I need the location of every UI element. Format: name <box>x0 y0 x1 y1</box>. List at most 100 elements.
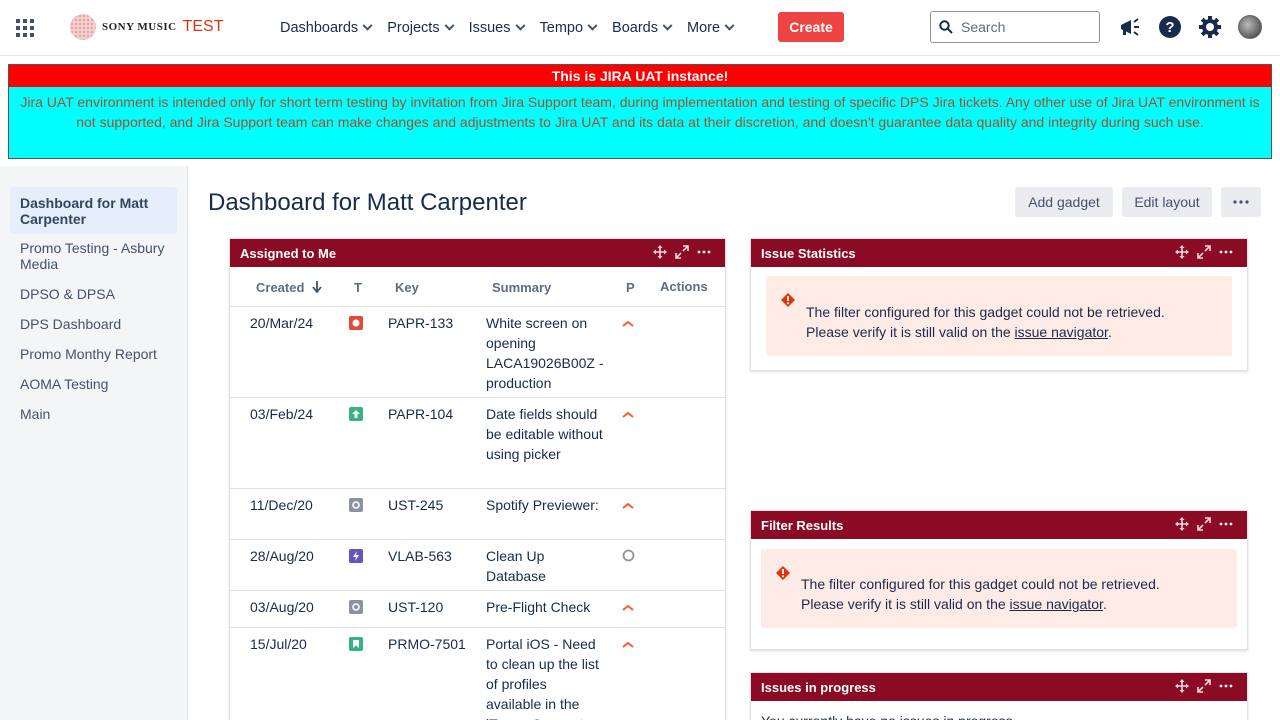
add-gadget-button[interactable]: Add gadget <box>1015 187 1113 217</box>
table-row[interactable]: 03/Feb/24 PAPR-104 Date fields should be… <box>230 397 725 488</box>
nav-issues[interactable]: Issues <box>461 12 532 44</box>
column-created[interactable]: Created <box>256 280 322 295</box>
gadget-title: Issue Statistics <box>761 245 856 261</box>
table-row[interactable]: 20/Mar/24 PAPR-133 White screen on openi… <box>230 306 725 397</box>
cell-created: 15/Jul/20 <box>250 636 307 652</box>
cell-summary[interactable]: Spotify Previewer: <box>486 495 604 515</box>
expand-icon[interactable] <box>675 245 689 259</box>
error-icon <box>781 293 795 307</box>
priority-high-icon <box>622 320 634 327</box>
issue-key-link[interactable]: PAPR-133 <box>388 313 453 333</box>
error-line-2: Please verify it is still valid on the <box>801 596 1006 612</box>
expand-icon[interactable] <box>1197 517 1211 531</box>
gadget-header[interactable]: Issues in progress <box>751 673 1247 701</box>
expand-icon[interactable] <box>1197 245 1211 259</box>
priority-high-icon <box>622 604 634 611</box>
move-icon[interactable] <box>653 245 667 259</box>
story-bookmark-icon <box>349 637 363 651</box>
sidebar-item-promo-monthy-report[interactable]: Promo Monthy Report <box>10 346 177 362</box>
cell-created: 28/Aug/20 <box>250 548 314 564</box>
cell-created: 20/Mar/24 <box>250 315 314 331</box>
column-actions: Actions <box>660 279 708 294</box>
move-icon[interactable] <box>1175 517 1189 531</box>
issue-key-link[interactable]: PRMO-7501 <box>388 634 466 654</box>
page-title: Dashboard for Matt Carpenter <box>208 189 527 216</box>
cell-summary[interactable]: Pre-Flight Check <box>486 597 604 617</box>
settings-gear-icon[interactable] <box>1197 14 1223 40</box>
user-avatar[interactable] <box>1238 15 1262 39</box>
error-text: The filter configured for this gadget co… <box>806 302 1226 342</box>
error-text: The filter configured for this gadget co… <box>801 574 1231 614</box>
chevron-down-icon <box>515 20 525 31</box>
table-row[interactable]: 03/Aug/20 UST-120 Pre-Flight Check <box>230 590 725 627</box>
edit-layout-button[interactable]: Edit layout <box>1122 187 1212 217</box>
improvement-icon <box>349 407 363 421</box>
gadget-title: Assigned to Me <box>240 245 337 261</box>
gadget-menu-icon[interactable] <box>1219 245 1233 259</box>
column-priority[interactable]: P <box>626 280 635 295</box>
gadget-controls <box>1175 245 1233 259</box>
issue-navigator-link[interactable]: issue navigator <box>1010 596 1103 612</box>
error-message: The filter configured for this gadget co… <box>761 549 1237 628</box>
chevron-down-icon <box>362 20 373 31</box>
issue-navigator-link[interactable]: issue navigator <box>1015 324 1108 340</box>
error-line-2: Please verify it is still valid on the <box>806 324 1011 340</box>
nav-dashboards[interactable]: Dashboards <box>272 12 379 44</box>
gadget-header[interactable]: Issue Statistics <box>751 239 1247 267</box>
gadget-menu-icon[interactable] <box>1219 517 1233 531</box>
gadget-controls <box>1175 517 1233 531</box>
sidebar-item-dpso-dpsa[interactable]: DPSO & DPSA <box>10 286 177 302</box>
more-actions-button[interactable] <box>1221 187 1261 217</box>
sidebar-item-main[interactable]: Main <box>10 406 177 422</box>
nav-boards[interactable]: Boards <box>604 12 679 44</box>
column-summary[interactable]: Summary <box>492 280 551 295</box>
gadget-header[interactable]: Assigned to Me <box>230 239 725 267</box>
issue-key-link[interactable]: UST-120 <box>388 597 443 617</box>
nav-tempo-label: Tempo <box>539 20 584 36</box>
app-switcher-icon[interactable] <box>16 19 34 37</box>
sidebar-item-aoma-testing[interactable]: AOMA Testing <box>10 376 177 392</box>
sidebar-item-dps-dashboard[interactable]: DPS Dashboard <box>10 316 177 332</box>
nav-issues-label: Issues <box>468 20 511 36</box>
table-row[interactable]: 28/Aug/20 VLAB-563 Clean Up Database <box>230 539 725 590</box>
nav-projects[interactable]: Projects <box>379 12 460 44</box>
cell-summary[interactable]: Date fields should be editable without u… <box>486 404 604 464</box>
priority-none-icon <box>622 549 635 562</box>
sidebar-item-promo-testing[interactable]: Promo Testing - Asbury Media <box>10 240 177 272</box>
search-input[interactable] <box>961 19 1091 35</box>
cell-summary[interactable]: Clean Up Database <box>486 546 604 586</box>
column-type[interactable]: T <box>354 280 362 295</box>
nav-dashboards-label: Dashboards <box>280 20 359 36</box>
column-key[interactable]: Key <box>395 280 419 295</box>
table-row[interactable]: 11/Dec/20 UST-245 Spotify Previewer: <box>230 488 725 539</box>
column-created-label: Created <box>256 280 305 295</box>
nav-more[interactable]: More <box>679 12 741 44</box>
search-box[interactable] <box>930 11 1100 43</box>
table-row[interactable]: 15/Jul/20 PRMO-7501 Portal iOS - Need to… <box>230 627 725 720</box>
brand-logo[interactable]: SONY MUSIC TEST <box>70 14 223 40</box>
help-icon[interactable]: ? <box>1157 14 1183 40</box>
cell-summary[interactable]: Portal iOS - Need to clean up the list o… <box>486 634 604 720</box>
expand-icon[interactable] <box>1197 679 1211 693</box>
create-button[interactable]: Create <box>778 12 844 42</box>
notifications-megaphone-icon[interactable] <box>1117 14 1143 40</box>
cell-summary[interactable]: White screen on opening LACA19026B00Z - … <box>486 313 604 393</box>
gadget-menu-icon[interactable] <box>697 245 711 259</box>
nav-more-label: More <box>686 20 721 36</box>
move-icon[interactable] <box>1175 245 1189 259</box>
issue-key-link[interactable]: UST-245 <box>388 495 443 515</box>
gadget-filter-results: Filter Results The filter configured for… <box>750 510 1248 650</box>
nav-tempo[interactable]: Tempo <box>532 12 605 44</box>
nav-projects-label: Projects <box>387 20 440 36</box>
priority-high-icon <box>622 411 634 418</box>
move-icon[interactable] <box>1175 679 1189 693</box>
gadget-header[interactable]: Filter Results <box>751 511 1247 539</box>
error-period: . <box>1102 596 1107 612</box>
banner-title: This is JIRA UAT instance! <box>9 65 1271 87</box>
gadget-assigned-to-me: Assigned to Me Created T Key Summary P A… <box>229 238 726 720</box>
issue-key-link[interactable]: VLAB-563 <box>388 546 452 566</box>
sidebar-item-dashboard-matt-carpenter[interactable]: Dashboard for Matt Carpenter <box>10 187 177 234</box>
svg-text:?: ? <box>1165 19 1174 36</box>
gadget-menu-icon[interactable] <box>1219 679 1233 693</box>
issue-key-link[interactable]: PAPR-104 <box>388 404 453 424</box>
